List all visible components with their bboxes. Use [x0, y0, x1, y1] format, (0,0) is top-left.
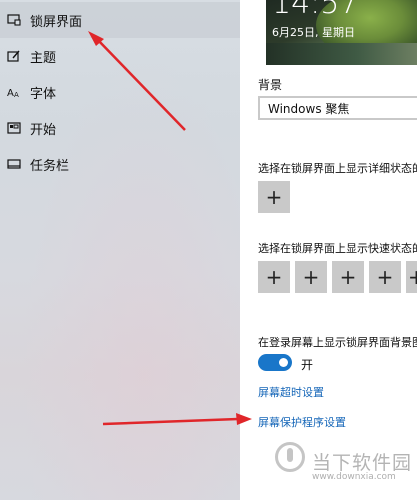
- add-quick-status-button[interactable]: +: [369, 261, 401, 293]
- signin-background-label: 在登录屏幕上显示锁屏界面背景图: [258, 336, 417, 349]
- signin-background-toggle[interactable]: [258, 354, 292, 371]
- font-icon: AA: [6, 84, 22, 100]
- background-dropdown[interactable]: Windows 聚焦: [258, 96, 417, 120]
- screensaver-settings-link[interactable]: 屏幕保护程序设置: [258, 414, 346, 430]
- preview-time: 14:57: [272, 0, 359, 21]
- background-selected-value: Windows 聚焦: [268, 101, 350, 116]
- sidebar-item-label: 主题: [30, 50, 57, 66]
- sidebar-item-taskbar[interactable]: 任务栏: [0, 146, 240, 182]
- sidebar-item-theme[interactable]: 主题: [0, 38, 240, 74]
- lock-screen-icon: [6, 12, 22, 28]
- watermark-title: 当下软件园: [312, 452, 413, 474]
- settings-sidebar: 锁屏界面 主题 AA 字体 开始 任务栏: [0, 0, 240, 500]
- toggle-knob: [279, 358, 288, 367]
- background-label: 背景: [258, 78, 283, 92]
- lock-screen-preview: 14:57 6月25日, 星期日: [266, 0, 417, 65]
- theme-brush-icon: [6, 48, 22, 64]
- svg-text:A: A: [7, 88, 14, 99]
- sidebar-item-font[interactable]: AA 字体: [0, 74, 240, 110]
- quick-status-label: 选择在锁屏界面上显示快速状态的: [258, 242, 417, 255]
- sidebar-item-label: 任务栏: [30, 158, 70, 174]
- add-quick-status-button[interactable]: +: [295, 261, 327, 293]
- add-detailed-status-button[interactable]: +: [258, 181, 290, 213]
- downxia-logo: [275, 442, 305, 472]
- screen-timeout-settings-link[interactable]: 屏幕超时设置: [258, 384, 324, 400]
- detailed-status-label: 选择在锁屏界面上显示详细状态的: [258, 162, 417, 175]
- preview-date: 6月25日, 星期日: [272, 26, 355, 39]
- sidebar-item-label: 开始: [30, 122, 57, 138]
- sidebar-item-start[interactable]: 开始: [0, 110, 240, 146]
- sidebar-item-lock-screen[interactable]: 锁屏界面: [0, 2, 240, 38]
- sidebar-item-label: 锁屏界面: [30, 14, 83, 30]
- add-quick-status-button[interactable]: +: [258, 261, 290, 293]
- toggle-state-label: 开: [301, 358, 314, 372]
- start-menu-icon: [6, 120, 22, 136]
- add-quick-status-button[interactable]: +: [332, 261, 364, 293]
- add-quick-status-button[interactable]: +: [406, 261, 417, 293]
- watermark-url: www.downxia.com: [312, 472, 396, 482]
- sidebar-item-label: 字体: [30, 86, 57, 102]
- taskbar-icon: [6, 156, 22, 172]
- svg-text:A: A: [14, 91, 19, 99]
